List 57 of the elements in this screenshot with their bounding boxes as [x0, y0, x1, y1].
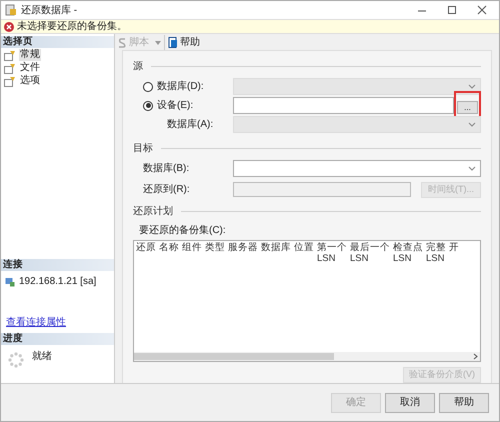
page-list-item[interactable]: 文件	[19, 62, 41, 74]
radio-label: 数据库(D):	[157, 80, 204, 94]
group-title: 目标	[133, 142, 153, 156]
radio-label: 设备(E):	[157, 99, 194, 113]
page-icon	[4, 50, 16, 60]
column-header[interactable]: 检查点 LSN	[393, 242, 423, 264]
spinner-icon	[8, 352, 24, 368]
device-field[interactable]	[232, 97, 454, 114]
page-list-item[interactable]: 选项	[19, 75, 41, 87]
group-title: 还原计划	[133, 204, 173, 219]
column-header[interactable]: 数据库	[261, 242, 291, 253]
script-icon	[118, 38, 127, 48]
horizontal-scrollbar[interactable]	[134, 352, 480, 361]
radio-button[interactable]	[143, 100, 153, 110]
scrollbar-thumb[interactable]	[134, 353, 334, 360]
error-message: 未选择要还原的备份集。	[17, 20, 127, 34]
chevron-down-icon	[468, 166, 476, 171]
page-icon	[4, 76, 16, 86]
server-name: 192.168.1.21 [sa]	[19, 275, 96, 289]
dialog-button[interactable]: 取消	[385, 392, 435, 412]
browse-button[interactable]: ...	[457, 101, 478, 114]
dropdown-field[interactable]	[233, 160, 481, 177]
field-label: 数据库(B):	[142, 162, 190, 176]
restore-to-field[interactable]	[233, 182, 411, 197]
column-header[interactable]: 名称	[159, 242, 179, 253]
column-header[interactable]: 还原	[136, 242, 156, 253]
chevron-right-icon[interactable]	[473, 353, 478, 360]
close-icon[interactable]	[477, 5, 487, 15]
column-header[interactable]: 开	[449, 242, 459, 253]
group-title: 源	[133, 60, 143, 74]
progress-status: 就绪	[32, 350, 52, 364]
table-label: 要还原的备份集(C):	[138, 224, 227, 238]
field-label: 数据库(A):	[166, 118, 214, 132]
document-icon	[168, 37, 178, 48]
chevron-down-icon	[468, 122, 476, 127]
database-icon	[5, 4, 17, 16]
section-header: 连接	[1, 259, 114, 271]
section-header: 选择页	[1, 36, 114, 48]
field-label: 还原到(R):	[142, 183, 191, 197]
column-header[interactable]: 组件	[182, 242, 202, 253]
connection-properties-link[interactable]: 查看连接属性	[1, 315, 114, 330]
caret-icon	[155, 40, 161, 44]
column-header[interactable]: 最后一个 LSN	[350, 242, 390, 264]
page-list-item[interactable]: 常规	[19, 49, 41, 61]
maximize-icon[interactable]	[447, 5, 457, 15]
column-header[interactable]: 类型	[205, 242, 225, 253]
column-header[interactable]: 位置	[294, 242, 314, 253]
column-header[interactable]: 完整 LSN	[426, 242, 446, 264]
column-header[interactable]: 服务器	[228, 242, 258, 253]
column-header[interactable]: 第一个 LSN	[317, 242, 347, 264]
chevron-down-icon	[468, 84, 476, 89]
error-icon	[4, 22, 14, 32]
page-icon	[4, 62, 16, 74]
server-icon	[5, 276, 15, 286]
window-title: 还原数据库 -	[21, 4, 78, 18]
section-header: 进度	[1, 333, 114, 345]
dialog-button[interactable]: 帮助	[439, 392, 489, 412]
